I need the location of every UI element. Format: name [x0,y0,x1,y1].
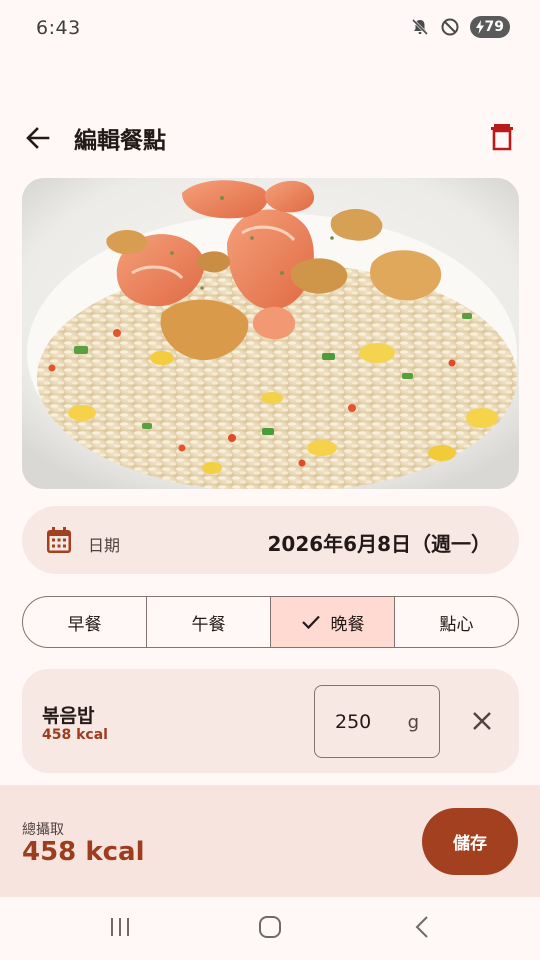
delete-button[interactable] [488,122,516,152]
back-nav-icon [415,916,428,938]
status-icons: 79 [410,16,510,38]
segment-snack[interactable]: 點心 [395,597,518,647]
segment-dinner[interactable]: 晚餐 [271,597,395,647]
save-button[interactable]: 儲存 [422,808,518,875]
back-button[interactable] [22,122,54,154]
food-kcal: 458 kcal [42,727,108,743]
battery-icon: 79 [470,16,510,38]
page-title: 編輯餐點 [74,128,166,154]
total-intake-value: 458 kcal [22,837,145,867]
segment-breakfast[interactable]: 早餐 [23,597,147,647]
food-item-card: 볶음밥 458 kcal 250 g [22,669,519,773]
grams-unit: g [407,712,419,733]
app-bar: 編輯餐點 [0,108,540,166]
back-nav-button[interactable] [410,915,434,943]
segment-label: 點心 [439,614,474,635]
status-time: 6:43 [36,17,81,39]
arrow-left-icon [26,127,50,149]
home-icon [259,916,281,938]
food-photo[interactable] [22,178,519,489]
home-button[interactable] [258,915,282,943]
segment-label: 午餐 [191,614,226,635]
segment-lunch[interactable]: 午餐 [147,597,271,647]
check-icon [301,615,320,630]
grams-value: 250 [335,711,372,733]
recents-icon [111,918,129,936]
segment-label: 晚餐 [330,614,365,635]
system-nav-bar [0,897,540,960]
battery-level: 79 [484,19,504,35]
summary-bar: 總攝取 458 kcal 儲存 [0,785,540,897]
segment-label: 早餐 [67,614,102,635]
do-not-disturb-icon [440,17,460,37]
remove-food-button[interactable] [470,709,494,733]
edit-meal-screen: 6:43 79 編輯餐點 日期 2026年6月8日（週一） 早餐 午餐 晚餐 點… [0,0,540,960]
trash-icon [491,124,513,151]
grams-input[interactable]: 250 g [314,685,440,758]
date-value: 2026年6月8日（週一） [267,532,492,556]
food-name: 볶음밥 [42,705,95,727]
calendar-icon [47,527,71,553]
date-label: 日期 [88,536,121,555]
meal-type-selector: 早餐 午餐 晚餐 點心 [22,596,519,648]
status-bar: 6:43 79 [0,0,540,56]
recents-button[interactable] [108,915,132,943]
mute-icon [410,17,430,37]
total-intake-label: 總攝取 [22,822,64,838]
close-icon [473,712,491,730]
date-field[interactable]: 日期 2026年6月8日（週一） [22,506,519,574]
